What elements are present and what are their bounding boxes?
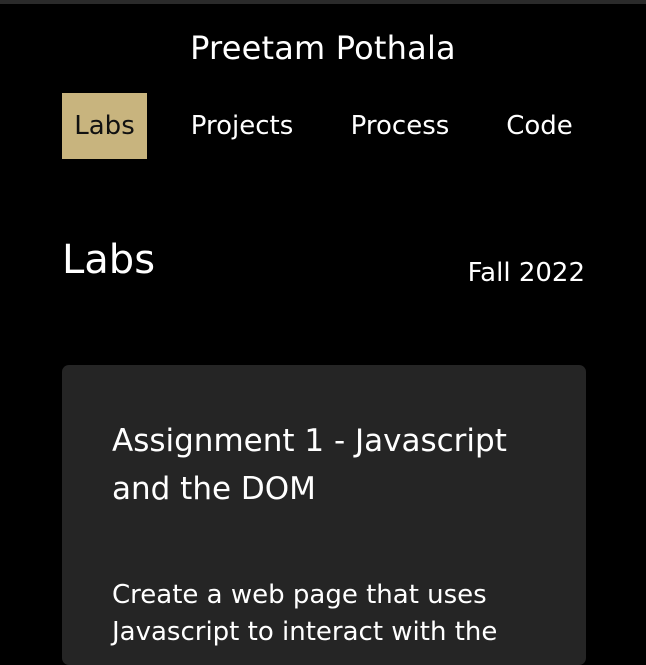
- lab-card-description: Create a web page that uses Javascript t…: [112, 580, 498, 647]
- term-label: Fall 2022: [467, 258, 585, 288]
- nav-item-code[interactable]: Code: [493, 93, 586, 159]
- page-title: Labs: [62, 237, 156, 283]
- nav-item-labs[interactable]: Labs: [62, 93, 147, 159]
- nav-item-process[interactable]: Process: [337, 93, 463, 159]
- lab-card[interactable]: Assignment 1 - Javascript and the DOM Cr…: [62, 365, 586, 665]
- lab-card-title: Assignment 1 - Javascript and the DOM: [112, 423, 507, 507]
- site-title: Preetam Pothala: [190, 29, 456, 67]
- nav-item-projects[interactable]: Projects: [177, 93, 307, 159]
- top-edge-stripe: [0, 0, 646, 4]
